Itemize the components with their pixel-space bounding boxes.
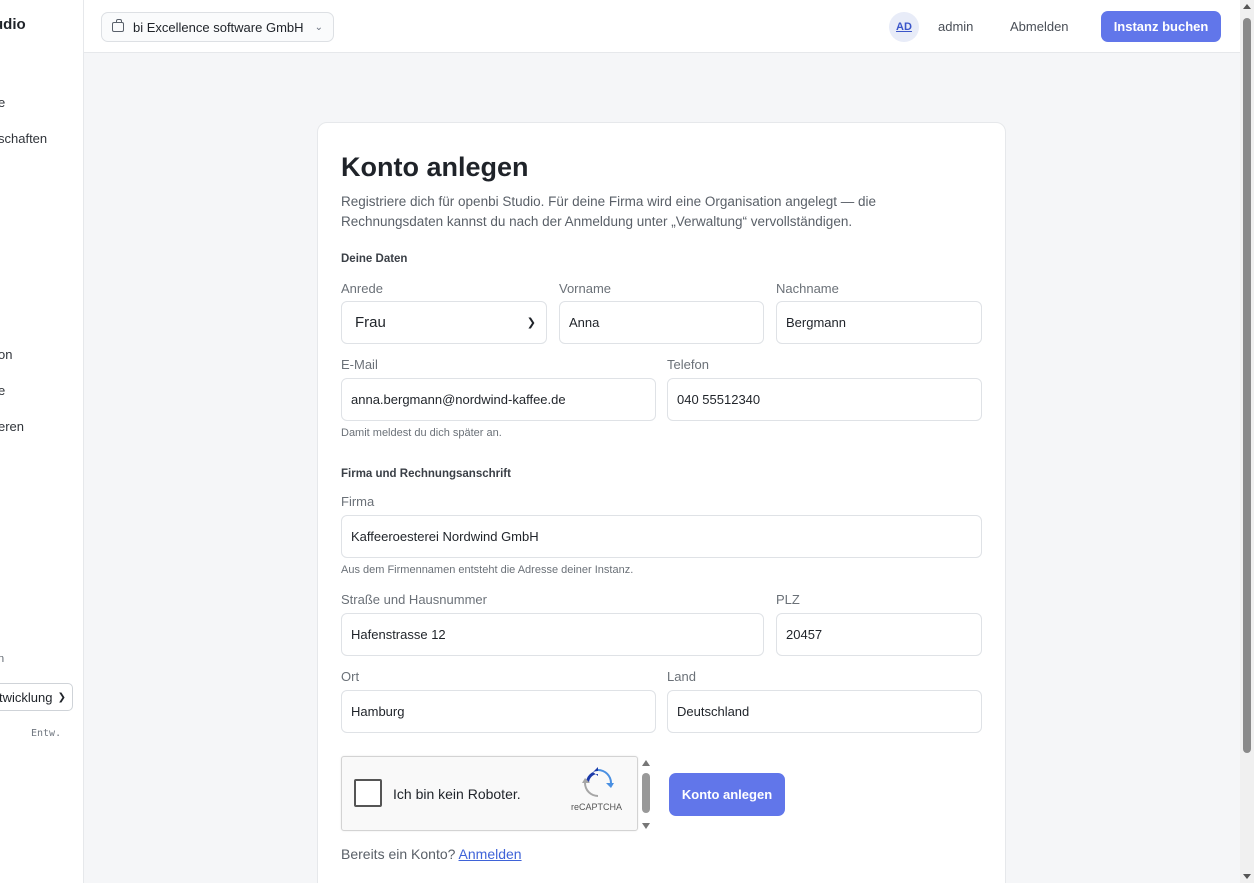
scroll-up-icon[interactable] [1243, 4, 1251, 9]
page-title: Konto anlegen [341, 152, 529, 182]
sidebar-item-2[interactable]: schaften [0, 131, 47, 146]
section-personal-heading: Deine Daten [341, 253, 408, 265]
street-input[interactable]: Hafenstrasse 12 [341, 613, 764, 656]
sidebar-item-5[interactable]: eren [0, 419, 24, 434]
recaptcha-widget: Ich bin kein Roboter. reCAPTCHA [341, 756, 638, 831]
email-hint: Damit meldest du dich später an. [341, 427, 502, 439]
sidebar-item-4[interactable]: e [0, 383, 5, 398]
street-label: Straße und Hausnummer [341, 592, 487, 607]
salutation-value: Frau [355, 314, 386, 331]
company-input[interactable]: Kaffeeroesterei Nordwind GmbH [341, 515, 982, 558]
scroll-down-icon[interactable] [642, 823, 650, 829]
section-company-heading: Firma und Rechnungsanschrift [341, 468, 511, 480]
scrollbar-thumb[interactable] [1243, 18, 1251, 753]
sidebar-item-3[interactable]: on [0, 347, 12, 362]
login-link[interactable]: Anmelden [459, 846, 522, 862]
sidebar-item-1[interactable]: e [0, 95, 5, 110]
username: admin [938, 19, 974, 34]
environment-label: n [0, 653, 4, 665]
scrollbar-thumb[interactable] [642, 773, 650, 813]
city-input[interactable]: Hamburg [341, 690, 656, 733]
briefcase-icon [112, 19, 124, 32]
zip-label: PLZ [776, 592, 800, 607]
app-brand: udio [0, 16, 26, 33]
company-label: Firma [341, 494, 375, 509]
phone-label: Telefon [667, 357, 709, 372]
recaptcha-logo-icon [582, 767, 614, 797]
chevron-down-icon: ⌄ [314, 21, 323, 33]
recaptcha-brand: reCAPTCHA [571, 802, 623, 812]
email-label: E-Mail [341, 357, 378, 372]
login-prompt: Bereits ein Konto? Anmelden [341, 846, 522, 862]
scroll-down-icon[interactable] [1243, 874, 1251, 879]
zip-input[interactable]: 20457 [776, 613, 982, 656]
topbar: bi Excellence software GmbH ⌄ AD admin A… [84, 0, 1240, 53]
book-instance-button[interactable]: Instanz buchen [1101, 11, 1221, 42]
city-label: Ort [341, 669, 360, 684]
intro-text: Registriere dich für openbi Studio. Für … [341, 194, 877, 229]
recaptcha-label: Ich bin kein Roboter. [393, 786, 521, 802]
salutation-select[interactable]: Frau ❯ [341, 301, 547, 344]
scroll-up-icon[interactable] [642, 760, 650, 766]
create-account-button[interactable]: Konto anlegen [669, 773, 785, 816]
organization-name: bi Excellence software GmbH [133, 19, 304, 35]
organization-switcher[interactable]: bi Excellence software GmbH ⌄ [101, 12, 334, 42]
chevron-down-icon: ❯ [57, 691, 66, 703]
environment-select-value: twicklung [0, 689, 53, 705]
login-prompt-text: Bereits ein Konto? [341, 846, 456, 862]
environment-select[interactable]: twicklung ❯ [0, 683, 73, 711]
company-hint: Aus dem Firmennamen entsteht die Adresse… [341, 564, 634, 576]
country-label: Land [667, 669, 696, 684]
page-scrollbar[interactable] [1240, 0, 1254, 883]
first-name-label: Vorname [559, 281, 612, 296]
recaptcha-checkbox[interactable] [354, 779, 382, 807]
logout-button[interactable]: Abmelden [1010, 19, 1069, 34]
salutation-label: Anrede [341, 281, 383, 296]
avatar[interactable]: AD [889, 12, 919, 42]
first-name-input[interactable]: Anna [559, 301, 764, 344]
email-field[interactable]: anna.bergmann@nordwind-kaffee.de [341, 378, 656, 421]
country-input[interactable]: Deutschland [667, 690, 982, 733]
last-name-label: Nachname [776, 281, 839, 296]
chevron-down-icon: ❯ [526, 317, 536, 329]
registration-card: Konto anlegen Registriere dich für openb… [317, 122, 1006, 883]
recaptcha-scrollbar[interactable] [640, 760, 652, 832]
last-name-input[interactable]: Bergmann [776, 301, 982, 344]
environment-code: Entw. [31, 728, 62, 739]
sidebar: udio e schaften on e eren n twicklung ❯ … [0, 0, 84, 883]
phone-input[interactable]: 040 55512340 [667, 378, 982, 421]
